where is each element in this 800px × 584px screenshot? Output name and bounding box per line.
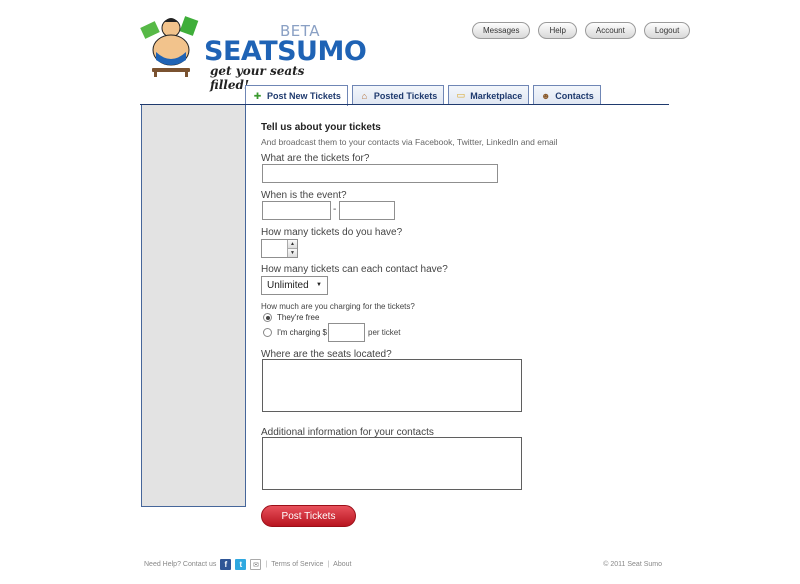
about-link[interactable]: About — [333, 561, 351, 568]
need-help-text: Need Help? Contact us — [144, 561, 217, 568]
top-navigation: Messages Help Account Logout — [472, 22, 691, 39]
per-contact-label: How many tickets can each contact have? — [261, 264, 448, 275]
per-contact-value: Unlimited — [267, 280, 309, 291]
additional-info-textarea[interactable] — [262, 437, 522, 490]
chevron-down-icon: ▼ — [316, 282, 322, 288]
stepper-arrows: ▲ ▼ — [287, 240, 297, 257]
twitter-icon[interactable]: t — [235, 559, 247, 570]
terms-link[interactable]: Terms of Service — [271, 561, 323, 568]
form-subtitle: And broadcast them to your contacts via … — [261, 137, 558, 147]
chat-icon: ▭ — [456, 90, 465, 100]
event-time-input[interactable] — [339, 201, 395, 220]
account-button[interactable]: Account — [584, 22, 636, 39]
stepper-down-icon[interactable]: ▼ — [288, 248, 297, 257]
free-radio[interactable] — [263, 313, 272, 322]
help-button[interactable]: Help — [538, 22, 577, 39]
sumo-mascot-icon — [140, 16, 199, 77]
ticket-count-label: How many tickets do you have? — [261, 227, 403, 238]
logout-button[interactable]: Logout — [643, 22, 691, 39]
tab-post-new-tickets[interactable]: ✚ Post New Tickets — [245, 85, 348, 106]
messages-button[interactable]: Messages — [472, 22, 531, 39]
tickets-for-input[interactable] — [262, 164, 498, 183]
tab-label: Marketplace — [470, 90, 523, 101]
tickets-for-label: What are the tickets for? — [261, 153, 370, 164]
brand-name-sumo: SUMO — [277, 36, 367, 67]
charging-radio[interactable] — [263, 328, 272, 337]
footer-separator: | — [327, 561, 330, 568]
main-tabs: ✚ Post New Tickets ⌂ Posted Tickets ▭ Ma… — [245, 85, 601, 106]
brand-name-seat: SEAT — [204, 36, 278, 67]
copyright-text: © 2011 Seat Sumo — [603, 561, 662, 568]
per-contact-select[interactable]: Unlimited ▼ — [261, 276, 328, 295]
ticket-count-stepper[interactable]: ▲ ▼ — [261, 239, 298, 258]
tab-label: Post New Tickets — [267, 91, 341, 101]
tab-posted-tickets[interactable]: ⌂ Posted Tickets — [351, 85, 445, 105]
price-input[interactable] — [328, 323, 365, 342]
event-separator: - — [333, 204, 337, 215]
per-ticket-label: per ticket — [368, 328, 401, 337]
home-icon: ⌂ — [361, 90, 368, 101]
post-tickets-button[interactable]: Post Tickets — [261, 505, 356, 527]
brand-wordmark: SEATSUMO — [204, 36, 367, 67]
form-title: Tell us about your tickets — [261, 122, 381, 133]
charging-option-label: I'm charging $ — [277, 328, 327, 337]
event-label: When is the event? — [261, 190, 347, 201]
tab-label: Contacts — [555, 90, 594, 101]
facebook-icon[interactable]: f — [220, 559, 232, 570]
footer-separator: | — [265, 561, 268, 568]
seatsumo-logo[interactable]: BETA SEATSUMO get your seats filled! — [138, 14, 367, 92]
tab-contacts[interactable]: ☻ Contacts — [533, 85, 601, 105]
stepper-up-icon[interactable]: ▲ — [288, 240, 297, 248]
tab-label: Posted Tickets — [373, 90, 438, 101]
seats-location-textarea[interactable] — [262, 359, 522, 412]
people-icon: ☻ — [541, 90, 551, 101]
email-icon[interactable]: ✉ — [250, 559, 262, 570]
free-option[interactable]: They're free — [263, 313, 319, 322]
event-date-input[interactable] — [262, 201, 331, 220]
tab-marketplace[interactable]: ▭ Marketplace — [448, 85, 530, 105]
charging-label: How much are you charging for the ticket… — [261, 302, 415, 311]
free-option-label: They're free — [277, 313, 320, 322]
charging-option[interactable]: I'm charging $ — [263, 328, 327, 337]
footer-links: Need Help? Contact us f t ✉ | Terms of S… — [144, 559, 351, 570]
add-ticket-icon: ✚ — [253, 90, 262, 101]
left-sidebar — [141, 105, 246, 507]
